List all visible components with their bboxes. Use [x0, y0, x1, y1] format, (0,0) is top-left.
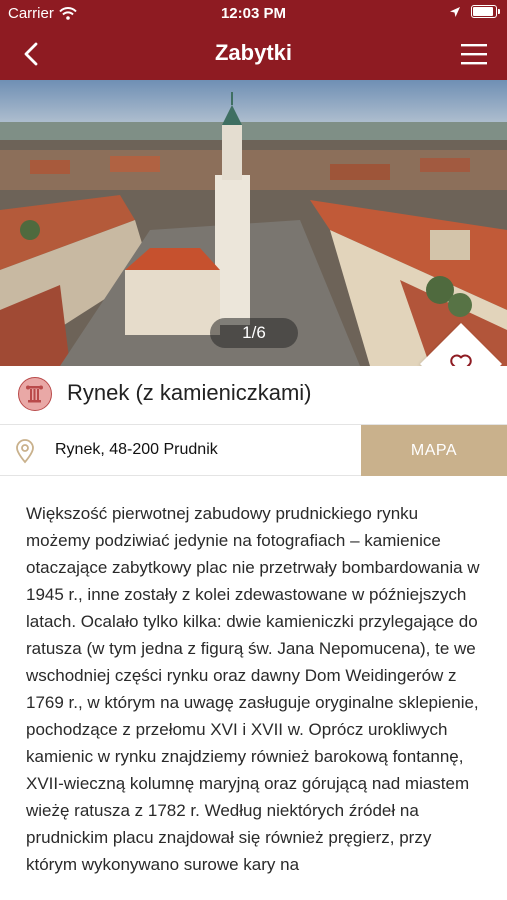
column-icon: [18, 377, 52, 411]
gallery-counter: 1/6: [210, 318, 298, 348]
navigation-bar: Zabytki: [0, 28, 507, 80]
battery-level: [473, 7, 493, 16]
address-text: Rynek, 48-200 Prudnik: [55, 441, 218, 458]
place-title: Rynek (z kamieniczkami): [67, 380, 312, 405]
battery-icon: [471, 5, 500, 18]
page-title: Zabytki: [214, 40, 293, 65]
status-right-icons: [449, 5, 500, 18]
description-text: Większość pierwotnej zabudowy prudnickie…: [26, 504, 480, 874]
map-button[interactable]: MAPA: [361, 425, 507, 476]
address-bar: Rynek, 48-200 Prudnik MAPA: [0, 424, 507, 476]
status-bar: Carrier 12:03 PM: [0, 0, 507, 28]
place-header: Rynek (z kamieniczkami): [0, 366, 507, 424]
location-arrow-icon: [450, 6, 460, 17]
status-time: 12:03 PM: [220, 5, 287, 22]
location-pin-icon: [16, 439, 34, 464]
hamburger-menu-icon[interactable]: [459, 40, 489, 68]
